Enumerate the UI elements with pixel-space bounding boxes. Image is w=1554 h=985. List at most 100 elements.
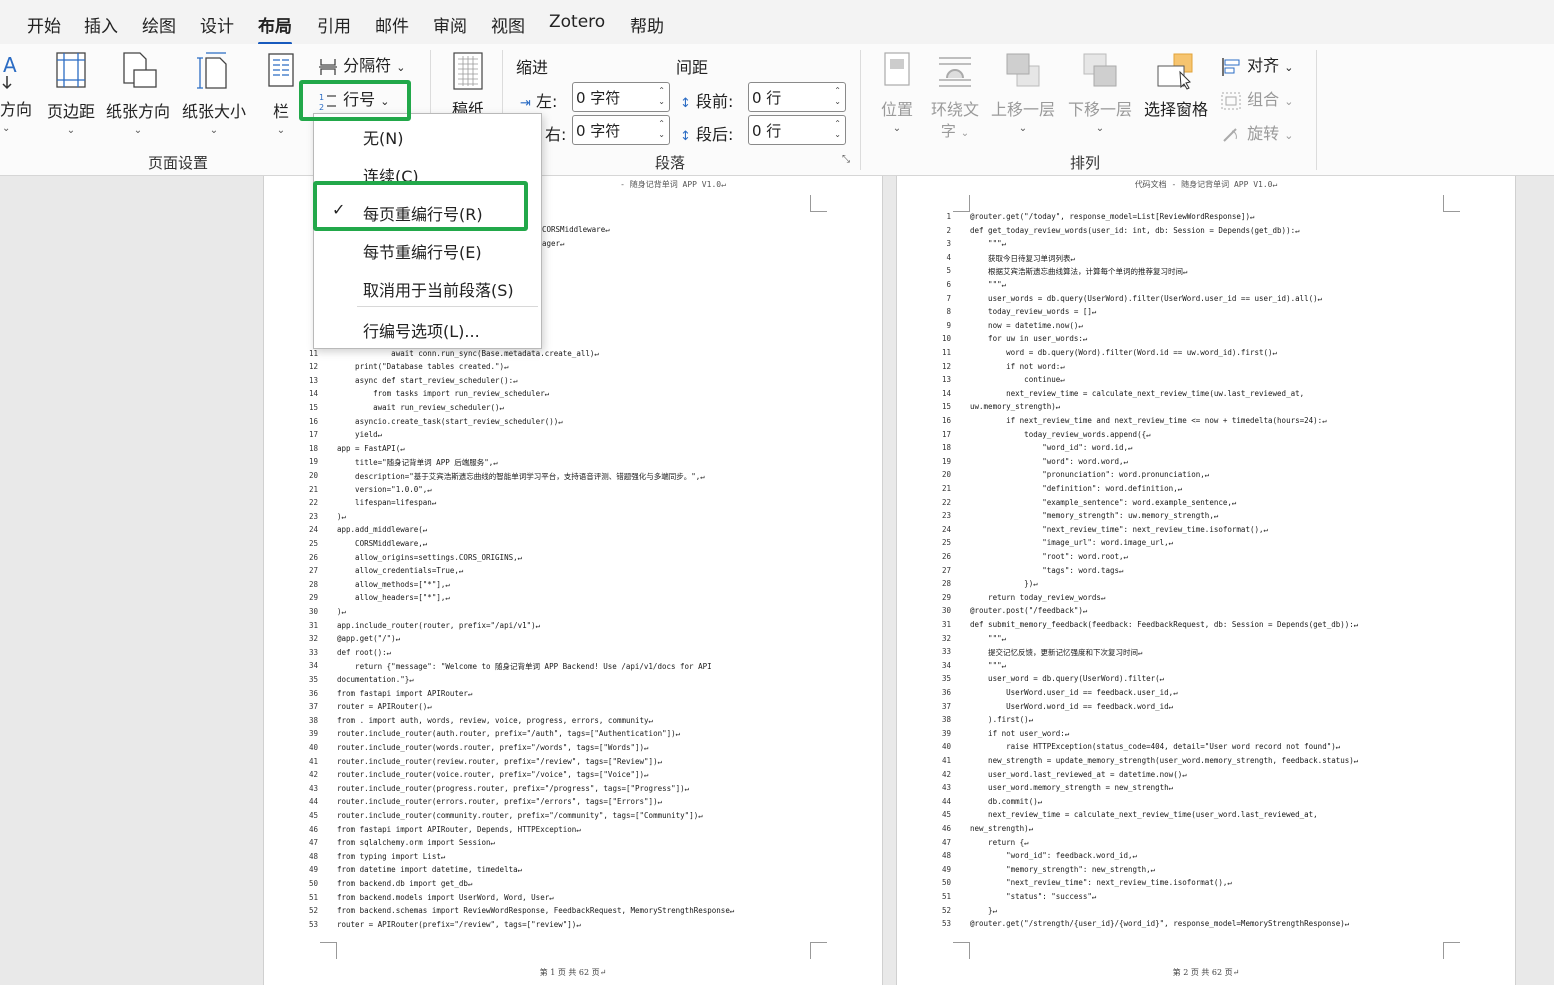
align-button[interactable]: 对齐 ⌄: [1220, 52, 1300, 77]
position-button[interactable]: 位置 ⌄: [876, 50, 918, 134]
code-line: 29 return today_review_words↵: [897, 593, 1515, 607]
line-number: 7: [946, 293, 951, 303]
code-text: app = FastAPI(↵: [337, 443, 405, 453]
spacing-before-field[interactable]: 0 行 ⌃ ⌄: [748, 82, 846, 112]
margins-button[interactable]: 页边距 ⌄: [44, 50, 98, 136]
line-number: 12: [308, 362, 318, 372]
menu-item-continuous[interactable]: 连续(C): [363, 163, 419, 187]
dialog-launcher-icon[interactable]: ⤡: [842, 154, 850, 165]
tab-insert[interactable]: 插入: [84, 12, 118, 37]
code-text: "memory_strength": uw.memory_strength,↵: [970, 511, 1219, 521]
checkmark-icon: ✓: [332, 200, 346, 219]
menu-item-line-numbering-options[interactable]: 行编号选项(L)...: [363, 318, 480, 342]
text-direction-button[interactable]: A 方向 ⌄: [0, 50, 36, 134]
code-text: from datetime import datetime, timedelta…: [337, 865, 523, 875]
selection-pane-label: 选择窗格: [1143, 100, 1208, 119]
menu-item-none[interactable]: 无(N): [363, 125, 403, 149]
code-text: "status": "success"↵: [970, 892, 1097, 901]
group-button[interactable]: 组合 ⌄: [1220, 86, 1300, 111]
code-text: "example_sentence": word.example_sentenc…: [970, 497, 1237, 507]
menu-item-suppress-paragraph[interactable]: 取消用于当前段落(S): [363, 277, 514, 301]
menu-item-restart-each-page[interactable]: 每页重编行号(R): [363, 201, 483, 225]
code-text: asyncio.create_task(start_review_schedul…: [337, 416, 563, 426]
code-line: 46 from fastapi import APIRouter, Depends…: [264, 825, 882, 839]
line-number: 23: [941, 511, 951, 521]
breaks-button[interactable]: 分隔符 ⌄: [318, 52, 410, 77]
line-number: 45: [941, 810, 951, 820]
line-number: 21: [308, 484, 318, 494]
send-backward-button[interactable]: 下移一层 ⌄: [1066, 50, 1134, 134]
tab-home[interactable]: 开始: [27, 12, 61, 37]
selection-pane-button[interactable]: 选择窗格: [1142, 50, 1210, 120]
tab-layout[interactable]: 布局: [258, 12, 292, 45]
bring-forward-button[interactable]: 上移一层 ⌄: [990, 50, 1056, 134]
line-numbers-icon: 12: [319, 93, 336, 112]
code-line: 12 print("Database tables created.")↵: [264, 362, 882, 376]
code-line: 42 user_word.last_reviewed_at = datetime…: [897, 770, 1515, 784]
code-line: 45 next_review_time = calculate_next_rev…: [897, 810, 1515, 824]
spinner-arrows-icon[interactable]: ⌃ ⌄: [834, 85, 841, 107]
spacing-after-field[interactable]: 0 行 ⌃ ⌄: [748, 115, 846, 145]
document-page-2[interactable]: 代码文档 - 随身记背单词 APP V1.0↵ 1 @router.get("/t…: [896, 176, 1516, 985]
code-text: ).first()↵: [970, 715, 1034, 725]
tab-view[interactable]: 视图: [491, 12, 525, 37]
line-number: 33: [308, 647, 318, 657]
position-label: 位置: [880, 100, 913, 119]
rotate-button[interactable]: 旋转 ⌄: [1220, 120, 1300, 145]
code-text: if next_review_time and next_review_time…: [970, 416, 1327, 425]
indent-left-field[interactable]: 0 字符 ⌃ ⌄: [572, 82, 670, 112]
wrap-text-button[interactable]: 环绕文 字 ⌄: [928, 50, 982, 141]
code-line: 26 allow_origins=settings.CORS_ORIGINS,↵: [264, 553, 882, 567]
size-button[interactable]: 纸张大小 ⌄: [180, 50, 248, 136]
draft-paper-button[interactable]: 稿纸: [448, 50, 488, 120]
code-line: 14 next_review_time = calculate_next_rev…: [897, 389, 1515, 403]
tab-draw[interactable]: 绘图: [142, 12, 176, 37]
line-number: 11: [308, 348, 318, 358]
group-icon: [1221, 92, 1241, 109]
orientation-button[interactable]: 纸张方向 ⌄: [104, 50, 172, 136]
line-numbers-button[interactable]: 12 行号 ⌄: [318, 86, 406, 112]
line-number: 25: [308, 539, 318, 548]
code-text: from sqlalchemy.orm import Session↵: [337, 838, 496, 848]
page-header: 代码文档 - 随身记背单词 APP V1.0↵: [1134, 180, 1278, 189]
menu-item-restart-each-section[interactable]: 每节重编行号(E): [363, 239, 482, 263]
line-number: 14: [941, 388, 951, 398]
code-text: "word_id": feedback.word_id,↵: [970, 851, 1138, 861]
chevron-down-icon: ⌄: [1284, 95, 1294, 108]
tab-references[interactable]: 引用: [317, 12, 351, 37]
code-text: user_words = db.query(UserWord).filter(U…: [970, 293, 1323, 303]
chevron-down-icon: ⌄: [276, 125, 286, 136]
code-line: 39 router.include_router(auth.router, pre…: [264, 729, 882, 743]
tab-mailings[interactable]: 邮件: [375, 12, 409, 37]
code-line: 35 user_word = db.query(UserWord).filter…: [897, 674, 1515, 688]
line-number: 22: [941, 497, 951, 507]
line-number: 38: [941, 715, 951, 725]
line-number: 48: [308, 851, 318, 861]
selection-pane-icon: [1157, 53, 1193, 90]
tab-review[interactable]: 审阅: [433, 12, 467, 37]
group-separator: [1316, 50, 1317, 170]
line-number: 20: [941, 470, 951, 480]
columns-button[interactable]: 栏 ⌄: [262, 50, 300, 136]
line-number: 42: [941, 769, 951, 779]
chevron-down-icon: ⌄: [1095, 123, 1105, 134]
tab-help[interactable]: 帮助: [630, 12, 664, 37]
tab-zotero[interactable]: Zotero: [549, 12, 605, 32]
code-text: "pronunciation": word.pronunciation,↵: [970, 470, 1210, 480]
spacing-label: 间距: [676, 58, 709, 77]
line-number: 39: [308, 729, 318, 739]
line-number: 47: [308, 838, 318, 848]
code-text: for uw in user_words:↵: [970, 334, 1088, 344]
spinner-arrows-icon[interactable]: ⌃ ⌄: [658, 118, 665, 140]
spinner-arrows-icon[interactable]: ⌃ ⌄: [834, 118, 841, 140]
tab-design[interactable]: 设计: [200, 12, 234, 37]
code-text: @router.post("/feedback")↵: [970, 606, 1088, 616]
code-text: new_strength)↵: [970, 824, 1034, 833]
code-line: 28 })↵: [897, 579, 1515, 593]
line-number: 8: [946, 307, 951, 317]
code-line: 39 if not user_word:↵: [897, 729, 1515, 743]
spinner-arrows-icon[interactable]: ⌃ ⌄: [658, 85, 665, 107]
indent-right-field[interactable]: 0 字符 ⌃ ⌄: [572, 115, 670, 145]
code-text: lifespan=lifespan↵: [337, 498, 437, 508]
code-text: "memory_strength": new_strength,↵: [970, 864, 1156, 874]
